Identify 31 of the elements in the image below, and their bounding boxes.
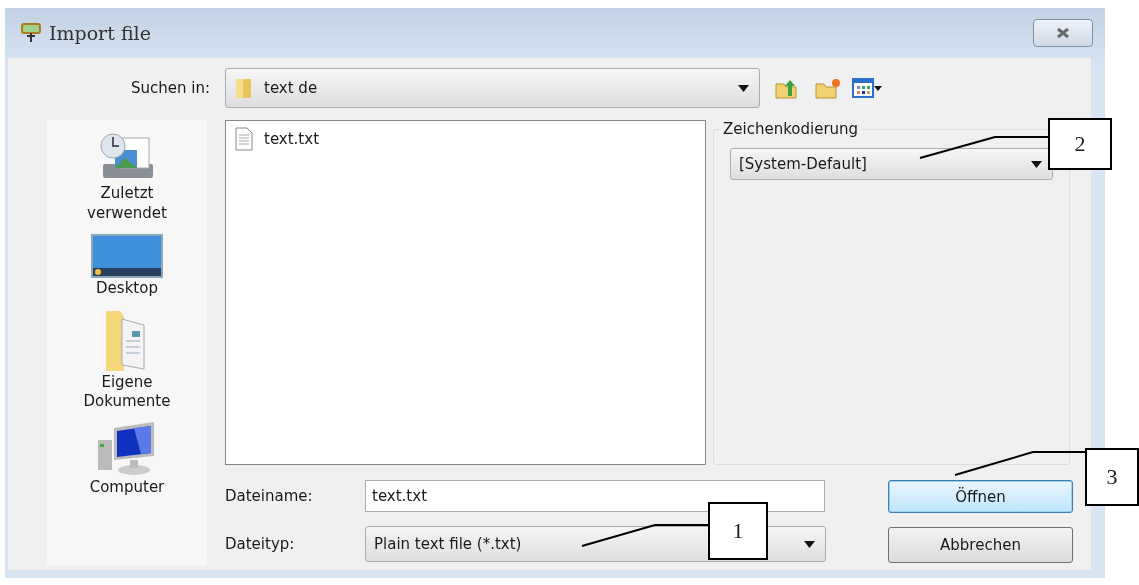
text-file-icon: [234, 127, 254, 151]
window-title: Import file: [49, 22, 151, 44]
folder-icon: [234, 77, 254, 99]
caret-icon: [1031, 160, 1042, 168]
place-item[interactable]: Eigene Dokumente: [62, 308, 192, 412]
caret-icon: [738, 84, 749, 92]
caret-icon: [874, 85, 882, 91]
file-list[interactable]: text.txt: [225, 120, 706, 465]
desktop-icon: [90, 233, 164, 279]
close-button[interactable]: [1033, 19, 1093, 47]
callout-label: 2: [1048, 118, 1112, 170]
group-label: Zeichenkodierung: [722, 120, 860, 138]
place-item[interactable]: Zuletzt verwendet: [62, 128, 192, 223]
file-type-label: Dateityp:: [225, 535, 296, 553]
app-icon: [19, 21, 43, 45]
look-in-dropdown[interactable]: text de: [225, 68, 760, 108]
caret-icon: [804, 540, 815, 548]
file-name-label: Dateiname:: [225, 487, 314, 505]
cancel-button[interactable]: Abbrechen: [888, 527, 1073, 563]
file-name-field[interactable]: text.txt: [365, 480, 825, 512]
encoding-dropdown[interactable]: [System-Default]: [730, 148, 1053, 180]
callout-label: 3: [1085, 448, 1139, 506]
new-folder-icon[interactable]: [814, 76, 842, 100]
place-item[interactable]: Desktop: [62, 233, 192, 299]
look-in-label: Suchen in:: [130, 79, 210, 97]
place-item[interactable]: Computer: [62, 421, 192, 497]
file-name[interactable]: text.txt: [264, 130, 319, 148]
view-menu-button[interactable]: [852, 78, 882, 98]
close-icon: [1055, 27, 1071, 39]
callout-label: 1: [708, 502, 768, 560]
open-button[interactable]: Öffnen: [888, 480, 1073, 513]
